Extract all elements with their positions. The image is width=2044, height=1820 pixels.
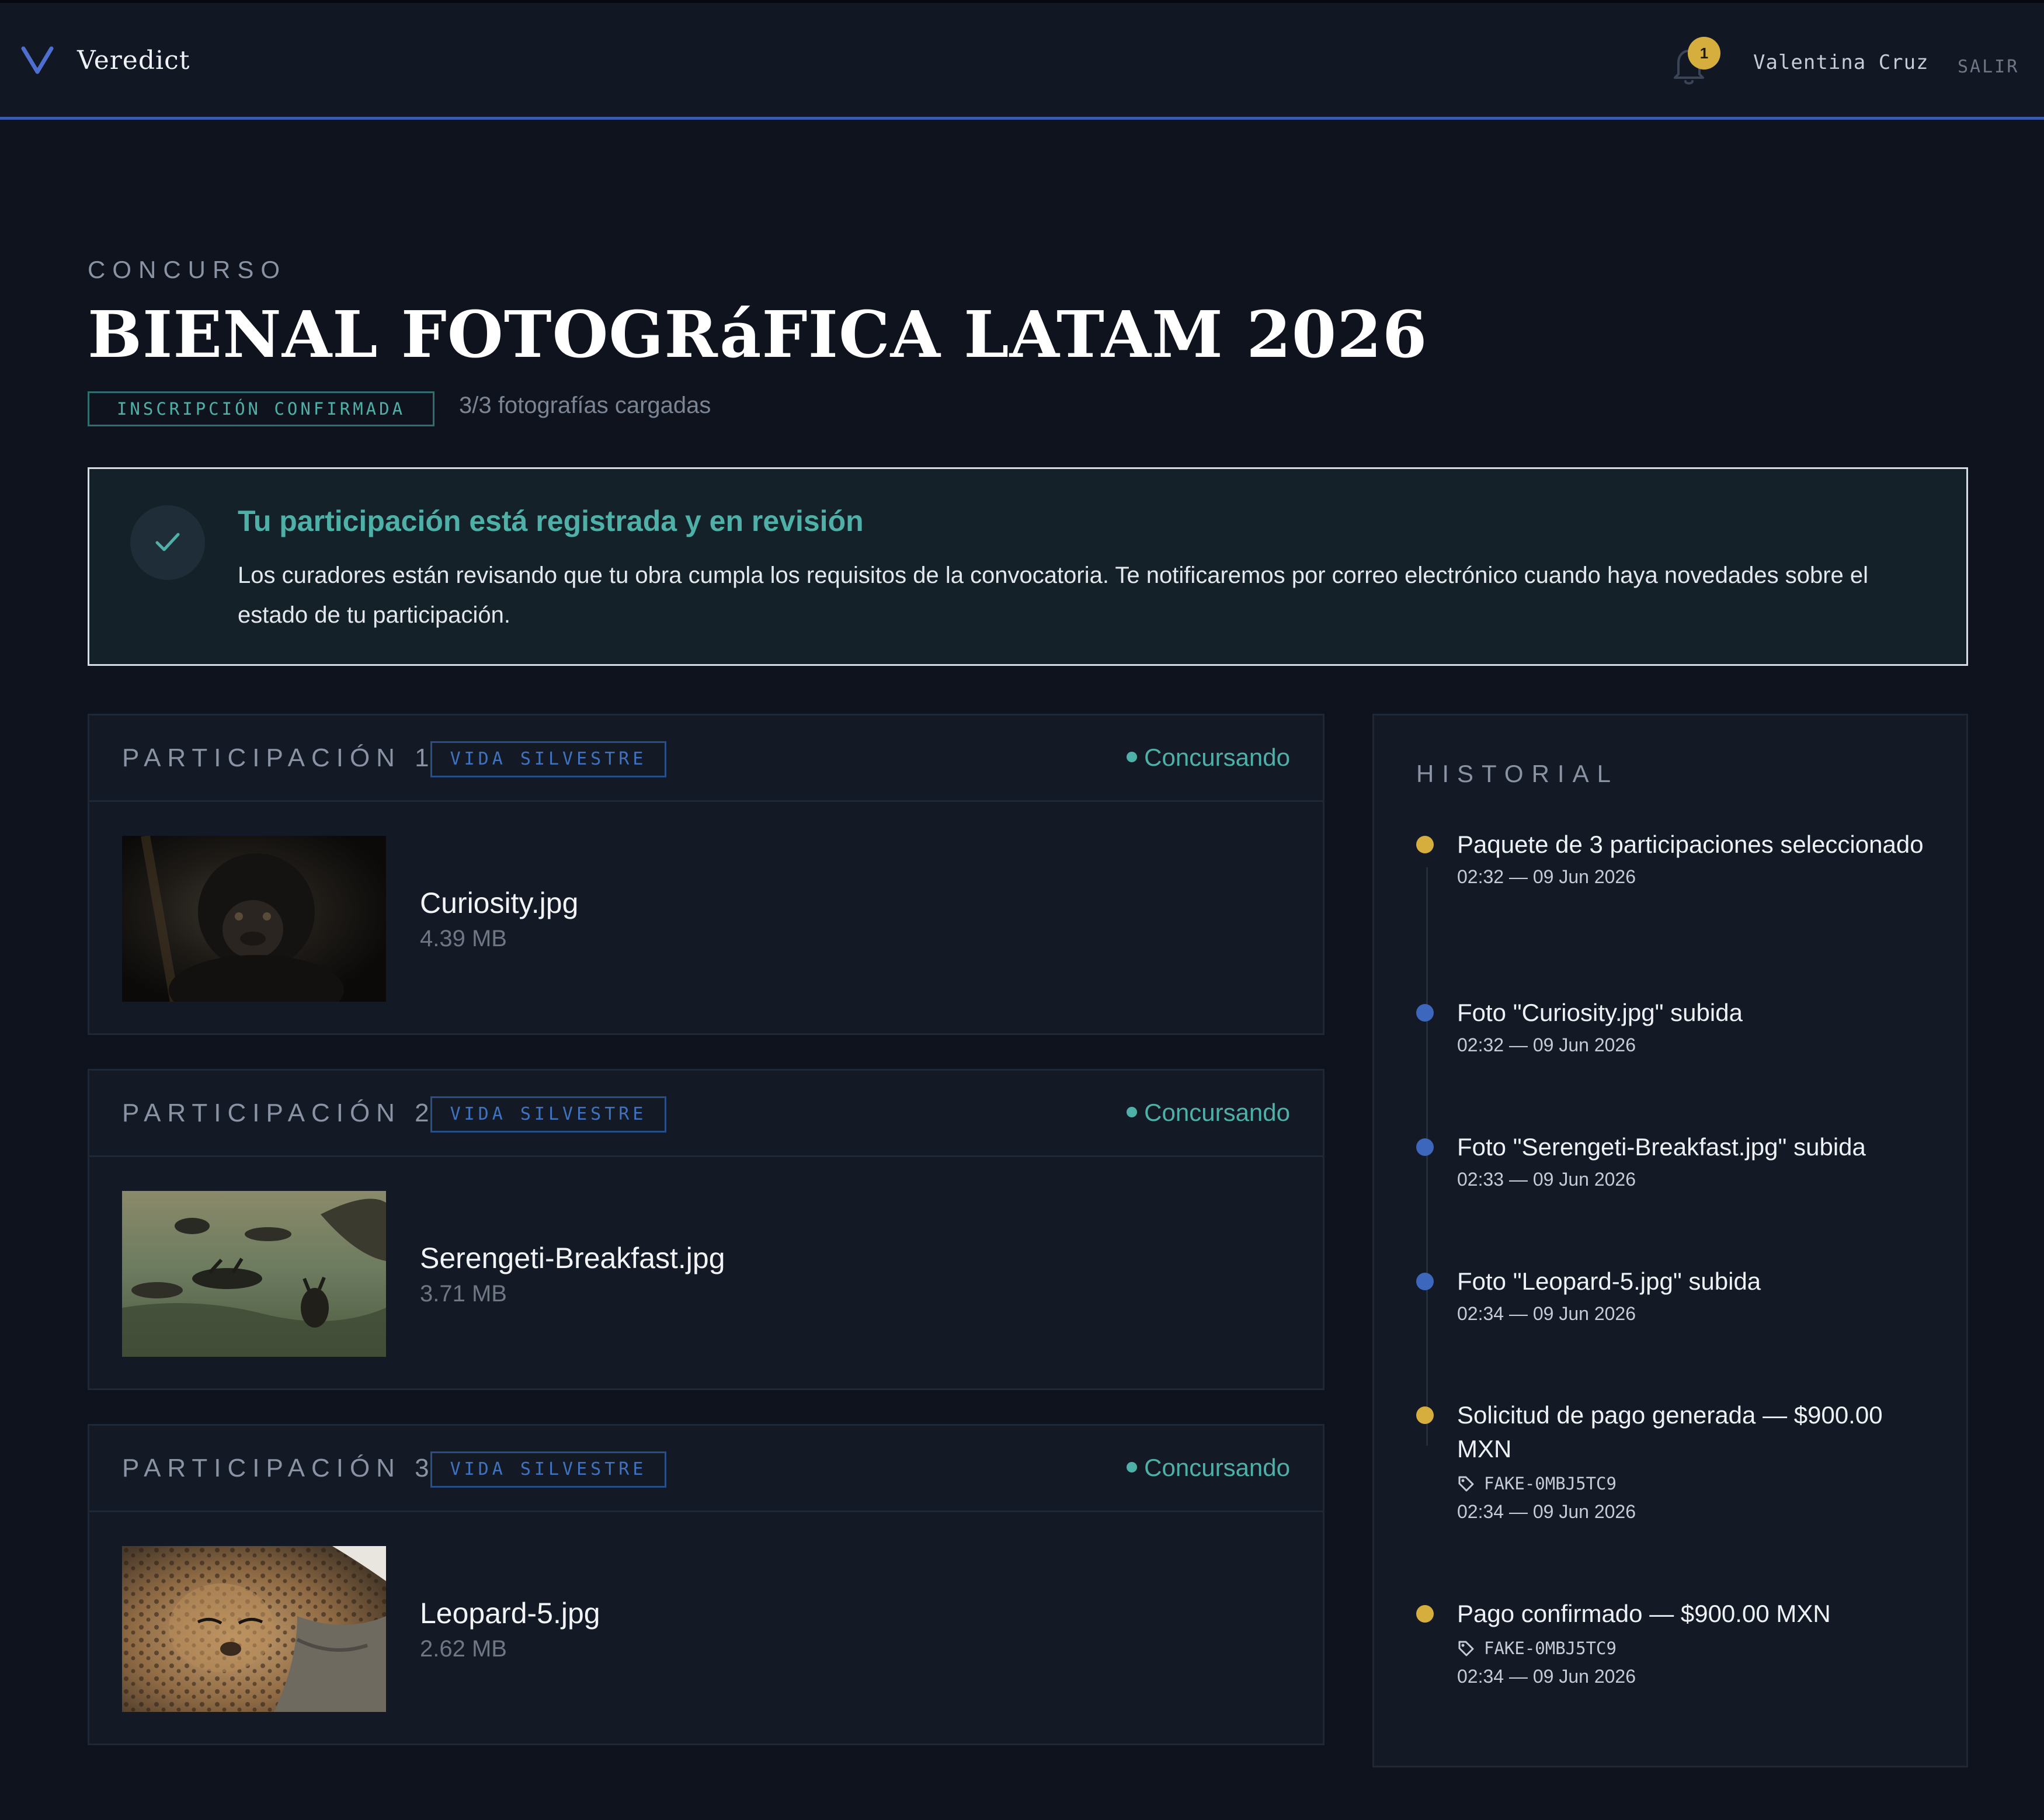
entry-status-label: Concursando <box>1144 1454 1290 1481</box>
category-tag: VIDA SILVESTRE <box>430 1096 666 1133</box>
history-item: Pago confirmado — $900.00 MXN FAKE-0MBJ5… <box>1416 1597 1942 1687</box>
photo-thumbnail[interactable] <box>122 1546 386 1712</box>
timeline-dot <box>1416 1406 1434 1424</box>
entry-card: PARTICIPACIÓN 3 VIDA SILVESTRE Concursan… <box>88 1424 1325 1745</box>
v-logo-icon <box>21 46 54 74</box>
entry-label: PARTICIPACIÓN 1 <box>122 744 436 772</box>
history-item-text: Pago confirmado — $900.00 MXN <box>1457 1600 1831 1627</box>
brand-name: Veredict <box>77 45 190 75</box>
history-item-time: 02:32 — 09 Jun 2026 <box>1457 866 1636 887</box>
top-bar: Veredict 1 Valentina Cruz SALIR <box>0 3 2044 120</box>
photo-count: 3/3 fotografías cargadas <box>459 393 711 418</box>
history-item-time: 02:34 — 09 Jun 2026 <box>1457 1501 1636 1522</box>
notice-title: Tu participación está registrada y en re… <box>238 505 864 537</box>
history-item-text: Foto "Curiosity.jpg" subida <box>1457 999 1743 1026</box>
tag-icon <box>1458 1641 1474 1656</box>
entry-status: Concursando <box>1127 1454 1290 1482</box>
timeline-dot <box>1416 1605 1434 1623</box>
timeline-dot <box>1416 836 1434 853</box>
status-dot <box>1127 1107 1138 1117</box>
page-title: BIENAL FOTOGRáFICA LATAM 2026 <box>88 297 1428 372</box>
history-item-time: 02:34 — 09 Jun 2026 <box>1457 1303 1636 1324</box>
file-size: 2.62 MB <box>420 1636 507 1662</box>
category-tag: VIDA SILVESTRE <box>430 741 666 777</box>
history-panel: HISTORIAL Paquete de 3 participaciones s… <box>1372 714 1968 1767</box>
payment-reference-code: FAKE-0MBJ5TC9 <box>1484 1638 1617 1658</box>
history-item-time: 02:34 — 09 Jun 2026 <box>1457 1666 1636 1687</box>
status-dot <box>1127 1462 1138 1472</box>
entry-card: PARTICIPACIÓN 2 VIDA SILVESTRE Concursan… <box>88 1069 1325 1390</box>
photo-thumbnail[interactable] <box>122 1191 386 1357</box>
history-item: Foto "Serengeti-Breakfast.jpg" subida 02… <box>1416 1130 1942 1190</box>
payment-reference: FAKE-0MBJ5TC9 <box>1457 1471 1942 1496</box>
history-item-text: Foto "Leopard-5.jpg" subida <box>1457 1267 1761 1295</box>
notification-badge: 1 <box>1688 37 1720 70</box>
file-name: Serengeti-Breakfast.jpg <box>420 1242 725 1274</box>
user-name[interactable]: Valentina Cruz <box>1753 51 1929 74</box>
entry-card: PARTICIPACIÓN 1 VIDA SILVESTRE Concursan… <box>88 714 1325 1035</box>
entry-status-label: Concursando <box>1144 744 1290 771</box>
entry-label: PARTICIPACIÓN 2 <box>122 1099 436 1127</box>
timeline-dot <box>1416 1138 1434 1156</box>
status-dot <box>1127 752 1138 762</box>
notice-body: Los curadores están revisando que tu obr… <box>238 562 1869 628</box>
entry-header: PARTICIPACIÓN 3 VIDA SILVESTRE Concursan… <box>89 1426 1323 1512</box>
history-item: Solicitud de pago generada — $900.00 MXN… <box>1416 1398 1942 1523</box>
history-item: Paquete de 3 participaciones seleccionad… <box>1416 828 1942 888</box>
timeline-dot <box>1416 1004 1434 1022</box>
history-item: Foto "Leopard-5.jpg" subida 02:34 — 09 J… <box>1416 1265 1942 1325</box>
status-badge: INSCRIPCIÓN CONFIRMADA <box>88 391 434 426</box>
entry-status: Concursando <box>1127 1099 1290 1127</box>
page-eyebrow: CONCURSO <box>88 256 287 283</box>
history-item-time: 02:32 — 09 Jun 2026 <box>1457 1034 1636 1055</box>
entry-header: PARTICIPACIÓN 1 VIDA SILVESTRE Concursan… <box>89 716 1323 802</box>
history-item-text: Foto "Serengeti-Breakfast.jpg" subida <box>1457 1133 1866 1161</box>
entry-status: Concursando <box>1127 744 1290 772</box>
category-tag: VIDA SILVESTRE <box>430 1451 666 1488</box>
entry-header: PARTICIPACIÓN 2 VIDA SILVESTRE Concursan… <box>89 1071 1323 1157</box>
payment-reference-code: FAKE-0MBJ5TC9 <box>1484 1474 1617 1493</box>
payment-reference: FAKE-0MBJ5TC9 <box>1457 1635 1942 1661</box>
history-item-time: 02:33 — 09 Jun 2026 <box>1457 1169 1636 1190</box>
brand[interactable]: Veredict <box>21 44 190 77</box>
history-item: Foto "Curiosity.jpg" subida 02:32 — 09 J… <box>1416 996 1942 1056</box>
tag-icon <box>1458 1476 1474 1492</box>
history-item-text: Paquete de 3 participaciones seleccionad… <box>1457 831 1924 858</box>
entry-label: PARTICIPACIÓN 3 <box>122 1454 436 1482</box>
file-name: Leopard-5.jpg <box>420 1597 600 1630</box>
entry-status-label: Concursando <box>1144 1099 1290 1126</box>
timeline-dot <box>1416 1273 1434 1290</box>
history-title: HISTORIAL <box>1416 760 1619 787</box>
review-notice: Tu participación está registrada y en re… <box>88 467 1968 666</box>
check-icon <box>130 505 205 580</box>
file-size: 3.71 MB <box>420 1281 507 1307</box>
logout-button[interactable]: SALIR <box>1958 57 2019 77</box>
photo-thumbnail[interactable] <box>122 836 386 1002</box>
file-name: Curiosity.jpg <box>420 887 579 919</box>
history-item-text: Solicitud de pago generada — $900.00 MXN <box>1457 1401 1883 1463</box>
file-size: 4.39 MB <box>420 926 507 951</box>
